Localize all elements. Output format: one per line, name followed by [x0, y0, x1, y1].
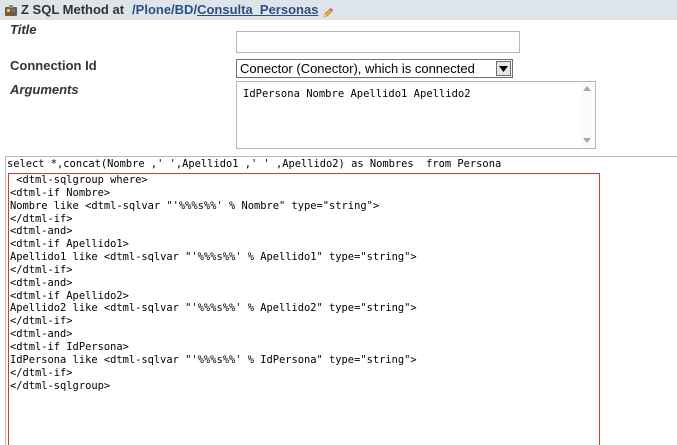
arguments-scrollbar[interactable] — [580, 83, 594, 147]
scroll-down-icon[interactable] — [583, 138, 591, 143]
chevron-down-icon[interactable] — [496, 61, 511, 76]
title-label: Title — [10, 22, 37, 37]
arguments-value: IdPersona Nombre Apellido1 Apellido2 — [243, 88, 471, 100]
arguments-textarea[interactable]: IdPersona Nombre Apellido1 Apellido2 — [236, 81, 596, 149]
pencil-icon[interactable] — [322, 4, 334, 18]
code-line: <dtml-sqlgroup where> — [10, 174, 148, 186]
code-line: IdPersona like <dtml-sqlvar "'%%%s%%' % … — [10, 353, 417, 366]
code-line: <dtml-if Apellido1> — [10, 238, 129, 251]
code-line: Nombre like <dtml-sqlvar "'%%%s%%' % Nom… — [10, 199, 380, 212]
code-line: </dtml-if> — [10, 366, 73, 379]
connection-id-value: Conector (Conector), which is connected — [240, 61, 475, 76]
code-line: </dtml-if> — [10, 263, 73, 276]
sql-template-editor[interactable]: select *,concat(Nombre ,' ',Apellido1 ,'… — [5, 156, 677, 445]
code-line: <dtml-if Nombre> — [10, 186, 111, 199]
code-line: <dtml-and> — [10, 225, 73, 238]
sql-code-lines: <dtml-sqlgroup where> <dtml-if Nombre> Nom… — [10, 174, 417, 392]
scroll-up-icon[interactable] — [583, 86, 591, 91]
code-line: <dtml-if Apellido2> — [10, 289, 129, 302]
page-header: Z SQL Method at /Plone/BD/Consulta_Perso… — [0, 0, 677, 20]
code-line: <dtml-and> — [10, 328, 73, 341]
title-input[interactable] — [236, 31, 520, 53]
zsql-method-icon — [4, 3, 18, 17]
breadcrumb-current-link[interactable]: Consulta_Personas — [197, 2, 318, 17]
sql-first-line: select *,concat(Nombre ,' ',Apellido1 ,'… — [7, 158, 502, 170]
connection-id-label: Connection Id — [10, 58, 97, 73]
meta-type-label: Z SQL Method at — [21, 2, 125, 17]
code-line: </dtml-if> — [10, 315, 73, 328]
code-line: Apellido2 like <dtml-sqlvar "'%%%s%%' % … — [10, 302, 417, 315]
connection-id-select[interactable]: Conector (Conector), which is connected — [236, 59, 513, 78]
breadcrumb: /Plone/BD/Consulta_Personas — [132, 2, 318, 17]
breadcrumb-path[interactable]: /Plone/BD/ — [132, 2, 197, 17]
code-line: </dtml-sqlgroup> — [10, 379, 111, 392]
code-line: Apellido1 like <dtml-sqlvar "'%%%s%%' % … — [10, 251, 417, 264]
arguments-label: Arguments — [10, 82, 79, 97]
code-line: <dtml-if IdPersona> — [10, 340, 129, 353]
code-line: </dtml-if> — [10, 212, 73, 225]
code-line: <dtml-and> — [10, 276, 73, 289]
